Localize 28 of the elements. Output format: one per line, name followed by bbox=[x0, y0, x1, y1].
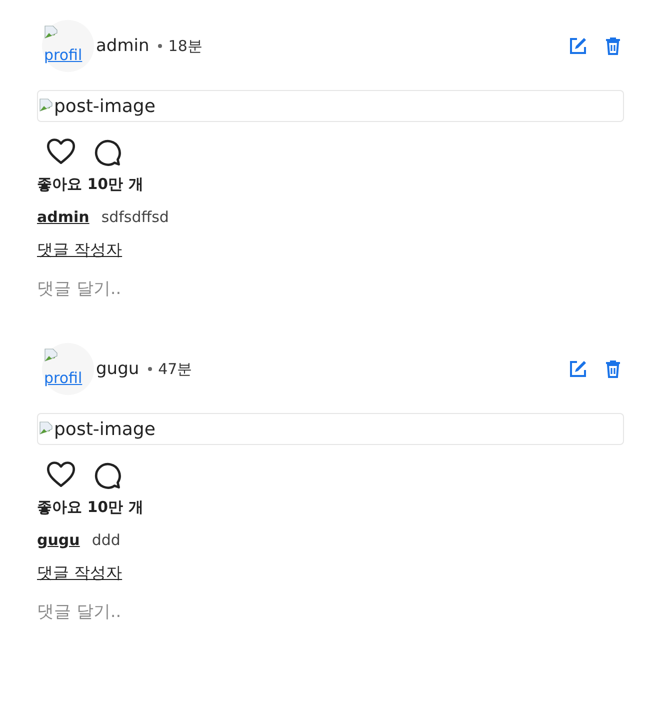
broken-image-icon bbox=[43, 25, 59, 41]
broken-image-icon bbox=[43, 348, 59, 364]
avatar-alt-text[interactable]: profil bbox=[44, 46, 82, 64]
caption-text: sdfsdffsd bbox=[101, 208, 169, 226]
comment-button[interactable] bbox=[92, 137, 122, 167]
separator-dot bbox=[158, 44, 162, 48]
caption-text: ddd bbox=[92, 531, 120, 549]
edit-button[interactable] bbox=[567, 358, 589, 380]
caption-author[interactable]: admin bbox=[37, 208, 90, 226]
comment-author-link[interactable]: 댓글 작성자 bbox=[37, 240, 122, 259]
post-time: 47분 bbox=[158, 360, 192, 378]
comment-author-link[interactable]: 댓글 작성자 bbox=[37, 563, 122, 582]
image-alt-text: post-image bbox=[54, 418, 156, 440]
like-button[interactable] bbox=[46, 460, 76, 490]
comment-button[interactable] bbox=[92, 460, 122, 490]
image-alt-text: post-image bbox=[54, 96, 156, 116]
like-count: 좋아요 10만 개 bbox=[37, 175, 144, 194]
like-button[interactable] bbox=[46, 137, 76, 167]
caption-author[interactable]: gugu bbox=[37, 531, 80, 549]
broken-image-icon bbox=[38, 421, 54, 437]
separator-dot bbox=[148, 367, 152, 371]
avatar-alt-text[interactable]: profil bbox=[44, 369, 82, 387]
broken-image-icon bbox=[38, 98, 54, 114]
author-name[interactable]: admin bbox=[96, 36, 150, 56]
like-count: 좋아요 10만 개 bbox=[37, 498, 144, 517]
author-name[interactable]: gugu bbox=[96, 359, 140, 379]
edit-button[interactable] bbox=[567, 35, 589, 57]
post-time: 18분 bbox=[168, 36, 202, 56]
